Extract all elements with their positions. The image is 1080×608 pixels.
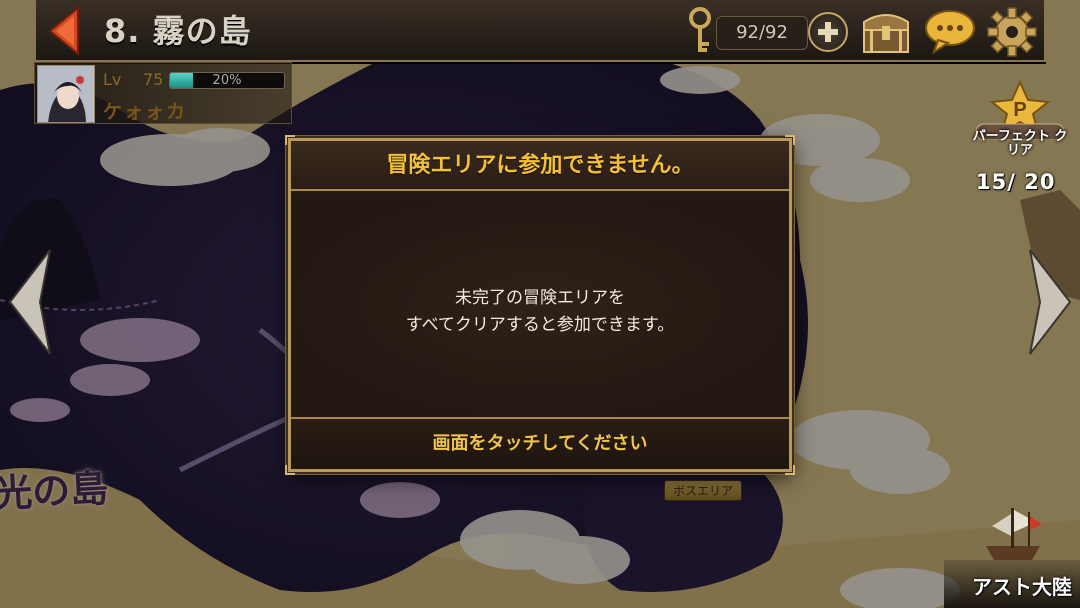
ship-icon [986,508,1042,560]
dialog-body: 未完了の冒険エリアを すべてクリアすると参加できます。 [291,193,789,417]
treasure-chest-icon [863,14,909,53]
key-icon [684,6,716,58]
dialog-message-line2: すべてクリアすると参加できます。 [405,315,675,335]
add-stamina-button[interactable] [808,12,848,52]
level-value: 75 [143,70,164,89]
touch-to-close-button[interactable]: 画面をタッチしてください [291,417,789,469]
next-area-button[interactable] [1026,248,1074,356]
stage-title: 8. 霧の島 [104,12,252,50]
error-dialog[interactable]: 冒険エリアに参加できません。 未完了の冒険エリアを すべてクリアすると参加できま… [285,135,795,475]
player-panel: Lv 75 20% ケォォカ [34,62,292,124]
perfect-clear-badge[interactable]: P パーフェクト クリア [970,79,1070,162]
back-button[interactable] [40,5,88,57]
badge-letter: P [1013,99,1026,121]
player-name: ケォォカ [103,101,188,123]
chat-bubble-icon [925,10,975,55]
chevron-left-icon [8,249,51,355]
avatar[interactable] [37,65,95,123]
exp-bar: 20% [169,72,285,89]
dialog-message: 未完了の冒険エリアを すべてクリアすると参加できます。 [291,285,789,339]
back-arrow-icon [48,5,79,57]
stamina-counter: 92/92 [716,16,808,50]
chevron-right-icon [1029,249,1072,355]
dialog-message-line1: 未完了の冒険エリアを [455,288,625,308]
dialog-title: 冒険エリアに参加できません。 [386,153,694,178]
settings-button[interactable] [984,4,1040,60]
item-box-button[interactable] [858,6,914,56]
dialog-footer-text: 画面をタッチしてください [432,433,648,454]
perfect-clear-count: 15/ 20 [976,170,1056,194]
continent-button[interactable]: アスト大陸 [944,560,1080,608]
dialog-header: 冒険エリアに参加できません。 [291,141,789,191]
gear-icon [987,7,1037,57]
chat-button[interactable] [922,6,978,56]
level-label: Lv [103,70,122,89]
top-bar: 8. 霧の島 92/92 [34,0,1046,62]
plus-icon [818,22,838,42]
exp-percent: 20% [212,73,242,88]
continent-label: アスト大陸 [972,575,1072,599]
prev-area-button[interactable] [6,248,54,356]
perfect-clear-label: パーフェクト クリア [972,129,1068,158]
